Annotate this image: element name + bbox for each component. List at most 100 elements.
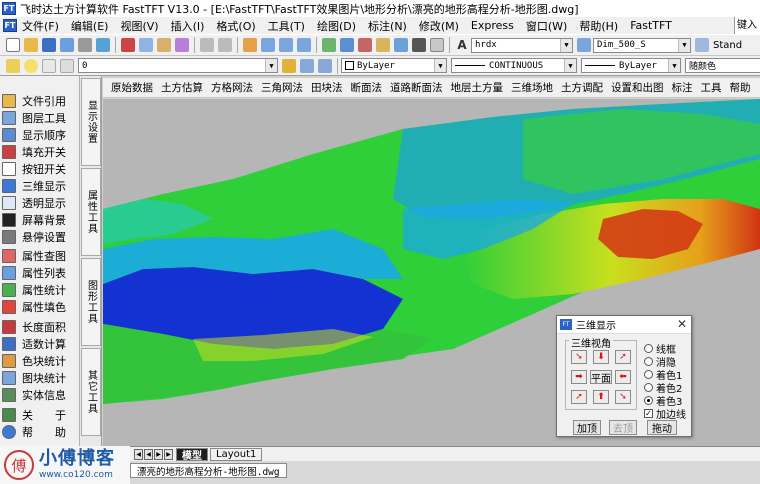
cmd-earthwork-estimate[interactable]: 土方估算 xyxy=(157,80,207,95)
view-northwest-button[interactable]: ➘ xyxy=(571,350,587,364)
cmd-help[interactable]: 帮助 xyxy=(726,80,755,95)
save-icon[interactable] xyxy=(42,38,56,52)
cmd-tools[interactable]: 工具 xyxy=(697,80,726,95)
cut-icon[interactable] xyxy=(121,38,135,52)
next-tab-arrow-icon[interactable]: ▶ xyxy=(154,448,163,460)
menu-insert[interactable]: 插入(I) xyxy=(165,18,211,34)
view-plan-button[interactable]: 平面 xyxy=(590,370,612,385)
menu-tools[interactable]: 工具(T) xyxy=(262,18,311,34)
layer-manager-icon[interactable] xyxy=(6,58,20,73)
view-southeast-button[interactable]: ➘ xyxy=(615,390,631,404)
vtab-attribute-tools[interactable]: 属性工具 xyxy=(81,168,101,256)
menu-view[interactable]: 视图(V) xyxy=(114,18,164,34)
radio-button-selected[interactable] xyxy=(644,396,653,405)
sheet-set-icon[interactable] xyxy=(376,38,390,52)
left-item-attribute-fill[interactable]: 属性填色 xyxy=(2,298,80,315)
new-file-icon[interactable] xyxy=(6,38,20,52)
redo-icon[interactable] xyxy=(218,38,232,52)
view-northeast-button[interactable]: ➚ xyxy=(615,350,631,364)
menu-modify[interactable]: 修改(M) xyxy=(413,18,465,34)
layer-states-icon[interactable] xyxy=(318,58,332,73)
left-item-fill-toggle[interactable]: 填充开关 xyxy=(2,143,80,160)
view-southwest-button[interactable]: ➚ xyxy=(571,390,587,404)
properties-icon[interactable] xyxy=(322,38,336,52)
menu-app-icon[interactable]: FT xyxy=(3,19,17,32)
menu-express[interactable]: Express xyxy=(465,19,520,32)
cmd-stratum-volume[interactable]: 地层土方量 xyxy=(447,80,508,95)
menu-dimension[interactable]: 标注(N) xyxy=(362,18,413,34)
menu-draw[interactable]: 绘图(D) xyxy=(311,18,362,34)
help-icon[interactable] xyxy=(430,38,444,52)
left-item-about[interactable]: 关 于 xyxy=(2,406,80,423)
help-search-input[interactable]: 键入 xyxy=(734,17,760,34)
vtab-graphic-tools[interactable]: 图形工具 xyxy=(81,258,101,346)
left-item-transparency[interactable]: 透明显示 xyxy=(2,194,80,211)
add-top-button[interactable]: 加顶 xyxy=(573,420,601,435)
menu-window[interactable]: 窗口(W) xyxy=(520,18,573,34)
tab-layout1[interactable]: Layout1 xyxy=(210,447,263,461)
first-tab-arrow-icon[interactable]: ◀ xyxy=(134,448,143,460)
remove-top-button[interactable]: 去顶 xyxy=(609,420,637,435)
radio-button[interactable] xyxy=(644,357,653,366)
make-current-layer-icon[interactable] xyxy=(282,58,296,73)
zoom-previous-icon[interactable] xyxy=(297,38,311,52)
design-center-icon[interactable] xyxy=(340,38,354,52)
calculator-icon[interactable] xyxy=(412,38,426,52)
tab-model[interactable]: 模型 xyxy=(176,447,208,462)
dialog-title-bar[interactable]: FT 三维显示 ✕ xyxy=(557,316,691,334)
plot-preview-icon[interactable] xyxy=(78,38,92,52)
plotstyle-select[interactable]: 随颜色 ▼ xyxy=(685,58,760,73)
table-style-value[interactable]: Stand xyxy=(713,40,742,51)
left-item-attribute-stats[interactable]: 属性统计 xyxy=(2,281,80,298)
left-item-entity-info[interactable]: 实体信息 xyxy=(2,386,80,403)
last-tab-arrow-icon[interactable]: ▶ xyxy=(164,448,173,460)
print-icon[interactable] xyxy=(60,38,74,52)
cmd-3d-site[interactable]: 三维场地 xyxy=(507,80,557,95)
publish-icon[interactable] xyxy=(96,38,110,52)
left-item-screen-background[interactable]: 屏幕背景 xyxy=(2,211,80,228)
linetype-select[interactable]: CONTINUOUS ▼ xyxy=(451,58,577,73)
paste-icon[interactable] xyxy=(157,38,171,52)
zoom-realtime-icon[interactable] xyxy=(261,38,275,52)
cmd-triangle-method[interactable]: 三角网法 xyxy=(257,80,307,95)
left-item-hover-settings[interactable]: 悬停设置 xyxy=(2,228,80,245)
left-item-3d-display[interactable]: 三维显示 xyxy=(2,177,80,194)
left-item-draw-order[interactable]: 显示顺序 xyxy=(2,126,80,143)
color-select[interactable]: ByLayer ▼ xyxy=(341,58,447,73)
left-item-count-calc[interactable]: 适数计算 xyxy=(2,335,80,352)
layer-previous-icon[interactable] xyxy=(300,58,314,73)
drag-button[interactable]: 拖动 xyxy=(647,420,677,435)
menu-help[interactable]: 帮助(H) xyxy=(573,18,624,34)
layer-select[interactable]: 0 ▼ xyxy=(78,58,278,73)
text-style-select[interactable]: hrdx ▼ xyxy=(471,37,573,53)
left-item-file-reference[interactable]: 文件引用 xyxy=(2,92,80,109)
file-tab-terrain[interactable]: 漂亮的地形高程分析-地形图.dwg xyxy=(130,463,287,478)
cmd-section-method[interactable]: 断面法 xyxy=(347,80,387,95)
cmd-settings-output[interactable]: 设置和出图 xyxy=(607,80,668,95)
left-item-color-block-stats[interactable]: 色块统计 xyxy=(2,352,80,369)
radio-button[interactable] xyxy=(644,344,653,353)
vtab-other-tools[interactable]: 其它工具 xyxy=(81,348,101,436)
vtab-display-settings[interactable]: 显示设置 xyxy=(81,78,101,166)
app-icon[interactable]: FT xyxy=(2,2,16,15)
cmd-grid-method[interactable]: 方格网法 xyxy=(207,80,257,95)
view-south-button[interactable]: ⬆ xyxy=(593,390,609,404)
tool-palettes-icon[interactable] xyxy=(358,38,372,52)
left-item-block-stats[interactable]: 图块统计 xyxy=(2,369,80,386)
left-item-attribute-query[interactable]: 属性查图 xyxy=(2,247,80,264)
edge-line-checkbox[interactable]: ✓ 加边线 xyxy=(644,407,686,421)
cmd-annotate[interactable]: 标注 xyxy=(668,80,697,95)
zoom-window-icon[interactable] xyxy=(279,38,293,52)
open-folder-icon[interactable] xyxy=(24,38,38,52)
left-item-button-toggle[interactable]: 按钮开关 xyxy=(2,160,80,177)
left-item-layer-tools[interactable]: 图层工具 xyxy=(2,109,80,126)
left-item-help[interactable]: 帮 助 xyxy=(2,423,80,440)
menu-fasttft[interactable]: FastTFT xyxy=(624,19,678,32)
cmd-road-section-method[interactable]: 道路断面法 xyxy=(386,80,447,95)
checkmark-icon[interactable]: ✓ xyxy=(644,409,653,418)
lineweight-select[interactable]: ByLayer ▼ xyxy=(581,58,681,73)
match-properties-icon[interactable] xyxy=(175,38,189,52)
menu-file[interactable]: 文件(F) xyxy=(19,18,65,34)
menu-edit[interactable]: 编辑(E) xyxy=(65,18,115,34)
left-item-attribute-list[interactable]: 属性列表 xyxy=(2,264,80,281)
